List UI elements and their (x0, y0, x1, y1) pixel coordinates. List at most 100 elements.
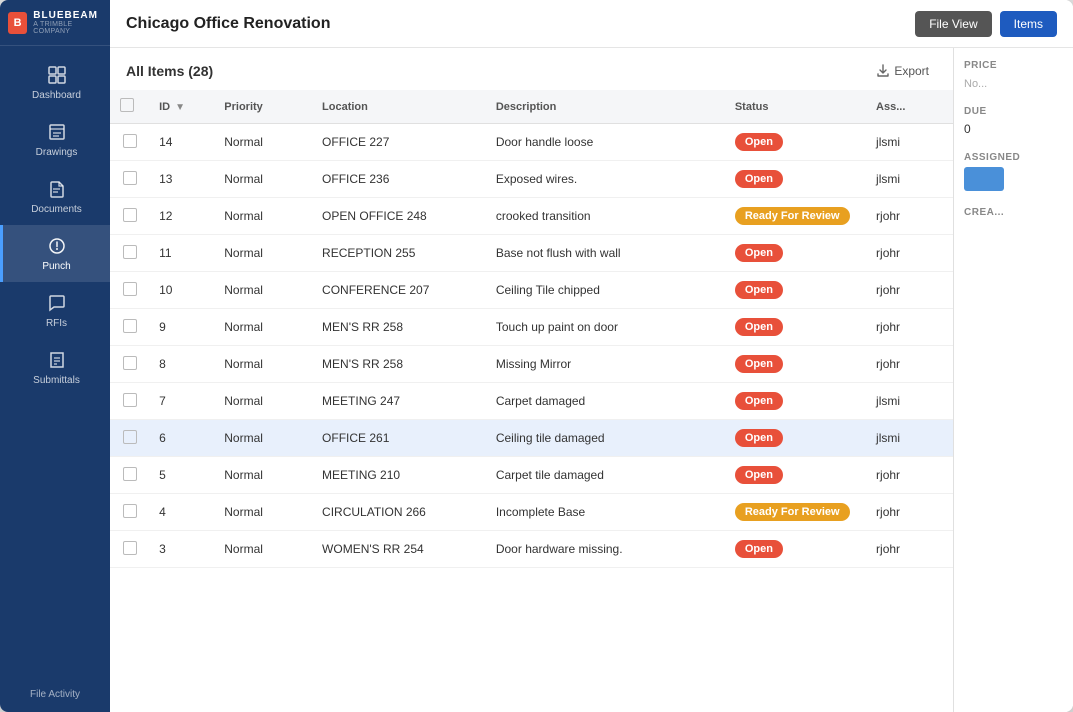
sidebar-item-punch[interactable]: Punch (0, 225, 110, 282)
submittals-icon (46, 349, 68, 371)
sidebar-item-dashboard[interactable]: Dashboard (0, 54, 110, 111)
row-location: CIRCULATION 266 (312, 494, 486, 531)
row-checkbox[interactable] (123, 504, 137, 518)
export-button[interactable]: Export (868, 60, 937, 82)
row-checkbox-cell (110, 494, 149, 531)
row-location: MEETING 247 (312, 383, 486, 420)
table-row[interactable]: 7 Normal MEETING 247 Carpet damaged Open… (110, 383, 953, 420)
table-row[interactable]: 8 Normal MEN'S RR 258 Missing Mirror Ope… (110, 346, 953, 383)
row-location: OPEN OFFICE 248 (312, 198, 486, 235)
sidebar-item-drawings[interactable]: Drawings (0, 111, 110, 168)
status-badge: Open (735, 540, 783, 558)
row-assigned: jlsmi (866, 124, 953, 161)
row-priority: Normal (214, 272, 312, 309)
sidebar-item-documents[interactable]: Documents (0, 168, 110, 225)
table-wrapper[interactable]: ID ▼ Priority Location Description Statu… (110, 90, 953, 712)
col-assigned[interactable]: Ass... (866, 90, 953, 124)
row-checkbox[interactable] (123, 319, 137, 333)
row-status: Open (725, 383, 866, 420)
row-assigned: rjohr (866, 235, 953, 272)
row-checkbox[interactable] (123, 282, 137, 296)
row-location: MEN'S RR 258 (312, 309, 486, 346)
row-description: crooked transition (486, 198, 725, 235)
sidebar-item-rfis[interactable]: RFIs (0, 282, 110, 339)
row-checkbox[interactable] (123, 171, 137, 185)
sidebar-navigation: Dashboard Drawings (0, 46, 110, 677)
table-row[interactable]: 6 Normal OFFICE 261 Ceiling tile damaged… (110, 420, 953, 457)
row-checkbox[interactable] (123, 541, 137, 555)
drawings-icon (46, 121, 68, 143)
row-status: Open (725, 531, 866, 568)
row-location: RECEPTION 255 (312, 235, 486, 272)
row-checkbox[interactable] (123, 134, 137, 148)
row-assigned: rjohr (866, 494, 953, 531)
table-row[interactable]: 4 Normal CIRCULATION 266 Incomplete Base… (110, 494, 953, 531)
row-checkbox[interactable] (123, 467, 137, 481)
row-checkbox[interactable] (123, 356, 137, 370)
status-badge: Ready For Review (735, 207, 850, 225)
col-status[interactable]: Status (725, 90, 866, 124)
main-content: Chicago Office Renovation File View Item… (110, 0, 1073, 712)
row-description: Carpet tile damaged (486, 457, 725, 494)
status-badge: Open (735, 244, 783, 262)
row-description: Incomplete Base (486, 494, 725, 531)
row-priority: Normal (214, 420, 312, 457)
panel-assigned-label: Assigned (964, 152, 1063, 163)
table-row[interactable]: 10 Normal CONFERENCE 207 Ceiling Tile ch… (110, 272, 953, 309)
row-checkbox-cell (110, 457, 149, 494)
select-all-checkbox[interactable] (120, 98, 134, 112)
table-row[interactable]: 3 Normal WOMEN'S RR 254 Door hardware mi… (110, 531, 953, 568)
status-badge: Open (735, 133, 783, 151)
row-checkbox[interactable] (123, 208, 137, 222)
assigned-color-bar (964, 167, 1004, 191)
col-id[interactable]: ID ▼ (149, 90, 214, 124)
table-row[interactable]: 9 Normal MEN'S RR 258 Touch up paint on … (110, 309, 953, 346)
row-checkbox[interactable] (123, 245, 137, 259)
punch-items-table: ID ▼ Priority Location Description Statu… (110, 90, 953, 568)
bluebeam-logo-icon: B (8, 12, 27, 34)
table-row[interactable]: 14 Normal OFFICE 227 Door handle loose O… (110, 124, 953, 161)
row-location: MEN'S RR 258 (312, 346, 486, 383)
row-assigned: jlsmi (866, 420, 953, 457)
row-checkbox[interactable] (123, 430, 137, 444)
logo-text-wrap: BLUEBEAM A TRIMBLE COMPANY (33, 10, 102, 35)
row-description: Ceiling tile damaged (486, 420, 725, 457)
status-badge: Open (735, 281, 783, 299)
right-panel: Price No... Due 0 Assigned Crea... (953, 48, 1073, 712)
row-checkbox-cell (110, 383, 149, 420)
sidebar-logo: B BLUEBEAM A TRIMBLE COMPANY (0, 0, 110, 46)
status-badge: Open (735, 392, 783, 410)
row-id: 4 (149, 494, 214, 531)
row-location: OFFICE 227 (312, 124, 486, 161)
row-checkbox-cell (110, 420, 149, 457)
col-description[interactable]: Description (486, 90, 725, 124)
table-row[interactable]: 13 Normal OFFICE 236 Exposed wires. Open… (110, 161, 953, 198)
row-description: Carpet damaged (486, 383, 725, 420)
sidebar-item-submittals[interactable]: Submittals (0, 339, 110, 396)
top-bar-actions: File View Items (915, 11, 1057, 37)
file-activity-link[interactable]: File Activity (24, 677, 86, 712)
row-checkbox-cell (110, 235, 149, 272)
col-priority[interactable]: Priority (214, 90, 312, 124)
row-id: 5 (149, 457, 214, 494)
table-row[interactable]: 11 Normal RECEPTION 255 Base not flush w… (110, 235, 953, 272)
row-id: 8 (149, 346, 214, 383)
row-location: OFFICE 261 (312, 420, 486, 457)
row-id: 3 (149, 531, 214, 568)
row-description: Door handle loose (486, 124, 725, 161)
panel-assigned-field: Assigned (964, 152, 1063, 191)
file-view-button[interactable]: File View (915, 11, 991, 37)
documents-icon (46, 178, 68, 200)
row-checkbox[interactable] (123, 393, 137, 407)
grid-icon (46, 64, 68, 86)
row-id: 6 (149, 420, 214, 457)
table-row[interactable]: 5 Normal MEETING 210 Carpet tile damaged… (110, 457, 953, 494)
row-id: 13 (149, 161, 214, 198)
table-row[interactable]: 12 Normal OPEN OFFICE 248 crooked transi… (110, 198, 953, 235)
row-priority: Normal (214, 346, 312, 383)
row-assigned: rjohr (866, 198, 953, 235)
row-status: Open (725, 235, 866, 272)
col-location[interactable]: Location (312, 90, 486, 124)
row-description: Touch up paint on door (486, 309, 725, 346)
items-button[interactable]: Items (1000, 11, 1057, 37)
